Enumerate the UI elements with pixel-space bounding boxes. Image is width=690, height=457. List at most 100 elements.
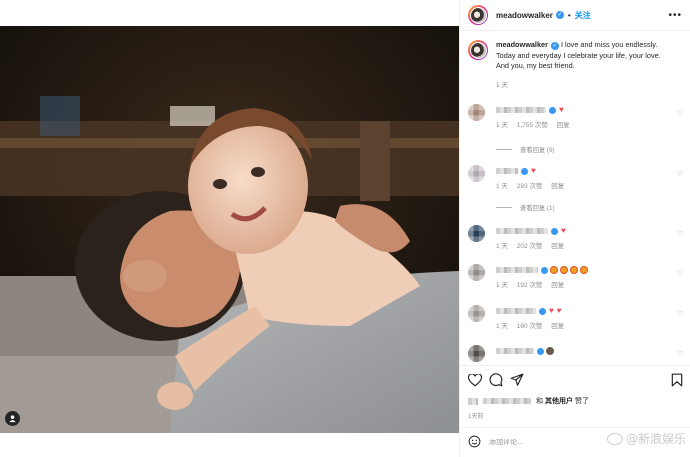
heart-icon[interactable]: ♡ xyxy=(677,350,683,358)
heart-emoji: ♥ xyxy=(561,226,566,235)
divider-line xyxy=(496,207,512,208)
commenter-avatar[interactable] xyxy=(468,104,485,121)
emoji-reaction xyxy=(580,266,588,274)
comment-time: 1 天 xyxy=(496,183,508,190)
emoji-reaction xyxy=(560,266,568,274)
commenter-name-redacted[interactable] xyxy=(496,267,538,273)
caption: meadowwalker ✓ I love and miss you endles… xyxy=(468,40,683,72)
commenter-avatar[interactable] xyxy=(468,225,485,242)
action-bar xyxy=(460,365,690,394)
caption-username[interactable]: meadowwalker xyxy=(496,40,548,49)
likes-summary: 和 其他用户 赞了 xyxy=(468,396,589,406)
view-replies-label: 查看回复 (9) xyxy=(520,147,555,154)
heart-emoji: ♥ xyxy=(556,306,562,315)
commenter-avatar[interactable] xyxy=(468,165,485,182)
view-replies-label: 查看回复 (1) xyxy=(520,205,555,212)
comment-meta: 1 天 202 次赞 回复 xyxy=(496,240,571,250)
comment-likes[interactable]: 1,755 次赞 xyxy=(517,122,548,129)
comment-likes[interactable]: 160 次赞 xyxy=(517,323,543,330)
photo-panel xyxy=(0,0,459,457)
source-watermark: @新浪娱乐 xyxy=(606,430,686,447)
verified-icon xyxy=(539,307,546,315)
commenter-name-redacted[interactable] xyxy=(496,107,546,113)
comment-body: ♥ xyxy=(496,227,566,235)
commenter-name-redacted[interactable] xyxy=(496,348,534,354)
commenter-name-redacted[interactable] xyxy=(496,228,548,234)
reply-button[interactable]: 回复 xyxy=(551,243,564,250)
user-tag-icon[interactable] xyxy=(5,411,20,426)
likes-suffix: 赞了 xyxy=(574,398,589,405)
view-replies-button[interactable]: 查看回复 (1) xyxy=(496,203,555,212)
comment-body: ♥ ♥ xyxy=(496,307,562,315)
commenter-avatar[interactable] xyxy=(468,345,485,362)
comment-likes[interactable]: 293 次赞 xyxy=(517,183,543,190)
comment-body: ♥ xyxy=(496,106,564,114)
verified-icon: ✓ xyxy=(555,11,564,19)
comment-body: ♥ xyxy=(496,167,536,175)
weibo-logo-icon xyxy=(606,432,623,445)
comment-meta: 1 天 1,755 次赞 回复 xyxy=(496,119,577,129)
comment-meta: 1 天 293 次赞 回复 xyxy=(496,180,571,190)
others-link[interactable]: 其他用户 xyxy=(545,396,573,406)
comment-meta: 1 天 160 次赞 回复 xyxy=(496,320,571,330)
heart-emoji: ♥ xyxy=(531,166,536,175)
comment-body xyxy=(496,347,554,355)
comment-body xyxy=(496,266,588,274)
emoji-reaction xyxy=(550,266,558,274)
commenter-avatar[interactable] xyxy=(468,264,485,281)
comment-input[interactable] xyxy=(489,439,569,446)
post-header: meadowwalker ✓ • 关注 ••• xyxy=(460,0,690,31)
follow-button[interactable]: 关注 xyxy=(575,10,591,21)
comment-likes[interactable]: 202 次赞 xyxy=(517,243,543,250)
heart-emoji: ♥ xyxy=(559,105,564,114)
heart-icon[interactable]: ♡ xyxy=(677,109,683,117)
more-icon[interactable]: ••• xyxy=(668,10,682,21)
likes-connector: 和 xyxy=(536,398,543,405)
heart-emoji: ♥ xyxy=(549,306,554,315)
heart-icon[interactable] xyxy=(468,373,482,387)
comment-time: 1 天 xyxy=(496,323,508,330)
comment-meta: 1 天 192 次赞 回复 xyxy=(496,279,571,289)
caption-text: meadowwalker ✓ I love and miss you endles… xyxy=(496,40,666,72)
bookmark-icon[interactable] xyxy=(671,373,683,387)
heart-icon[interactable]: ♡ xyxy=(677,170,683,178)
reply-button[interactable]: 回复 xyxy=(551,282,564,289)
commenter-avatar[interactable] xyxy=(468,305,485,322)
share-icon[interactable] xyxy=(510,373,524,387)
liker-avatar-redacted xyxy=(468,397,478,405)
post-photo[interactable] xyxy=(0,26,459,433)
caption-time: 1 天 xyxy=(496,81,508,89)
verified-icon xyxy=(551,227,558,235)
post-timestamp: 1天前 xyxy=(468,414,484,420)
heart-icon[interactable]: ♡ xyxy=(677,269,683,277)
view-replies-button[interactable]: 查看回复 (9) xyxy=(496,145,555,154)
emoji-reaction xyxy=(570,266,578,274)
caption-avatar[interactable] xyxy=(468,40,488,60)
author-avatar[interactable] xyxy=(468,5,488,25)
divider-line xyxy=(496,149,512,150)
reply-button[interactable]: 回复 xyxy=(557,122,570,129)
commenter-name-redacted[interactable] xyxy=(496,168,518,174)
reply-button[interactable]: 回复 xyxy=(551,323,564,330)
comment-time: 1 天 xyxy=(496,122,508,129)
verified-icon xyxy=(541,266,548,274)
emoji-reaction xyxy=(546,347,554,355)
comments-list[interactable]: meadowwalker ✓ I love and miss you endles… xyxy=(460,31,690,365)
author-username[interactable]: meadowwalker xyxy=(496,11,553,20)
heart-icon[interactable]: ♡ xyxy=(677,310,683,318)
reply-button[interactable]: 回复 xyxy=(551,183,564,190)
comment-icon[interactable] xyxy=(489,373,503,387)
separator-dot: • xyxy=(567,10,571,20)
commenter-name-redacted[interactable] xyxy=(496,308,536,314)
verified-icon xyxy=(521,167,528,175)
comment-likes[interactable]: 192 次赞 xyxy=(517,282,543,289)
verified-icon: ✓ xyxy=(550,42,559,50)
comment-time: 1 天 xyxy=(496,282,508,289)
comment-time: 1 天 xyxy=(496,243,508,250)
photo-illustration xyxy=(0,26,459,433)
watermark-text: @新浪娱乐 xyxy=(625,432,686,446)
emoji-icon[interactable] xyxy=(468,435,481,450)
verified-icon xyxy=(549,106,556,114)
liker-name-redacted[interactable] xyxy=(483,398,531,404)
heart-icon[interactable]: ♡ xyxy=(677,230,683,238)
